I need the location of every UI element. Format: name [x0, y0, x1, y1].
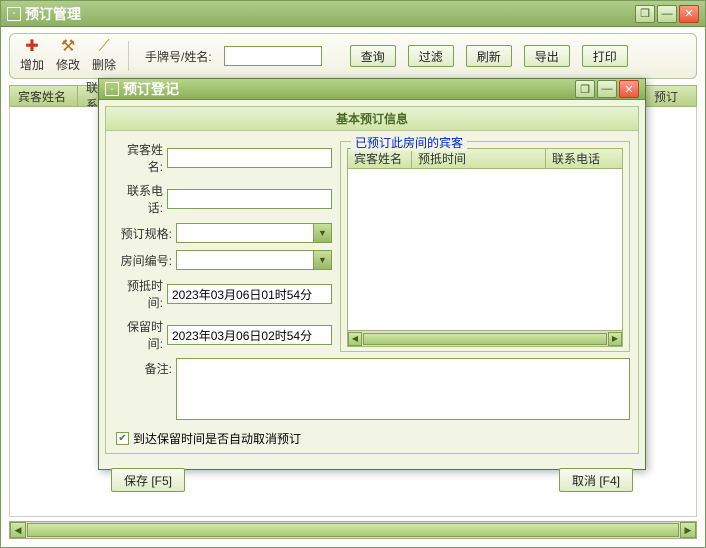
spec-label: 预订规格: — [114, 225, 172, 242]
hold-input[interactable] — [167, 325, 332, 345]
edit-button[interactable]: ⚒ 修改 — [56, 39, 80, 73]
room-label: 房间编号: — [114, 252, 172, 269]
reservation-dialog: - 预订登记 ❐ — ✕ 基本预订信息 宾客姓名: 联系电话: — [98, 78, 646, 470]
add-button[interactable]: ✚ 增加 — [20, 39, 44, 73]
plus-icon: ✚ — [25, 39, 38, 55]
query-button[interactable]: 查询 — [350, 45, 396, 67]
filter-button[interactable]: 过滤 — [408, 45, 454, 67]
room-select[interactable]: ▼ — [176, 250, 332, 270]
dialog-close-button[interactable]: ✕ — [619, 80, 639, 98]
scroll-thumb[interactable] — [27, 523, 679, 537]
auto-cancel-label: 到达保留时间是否自动取消预订 — [133, 430, 301, 447]
close-button[interactable]: ✕ — [679, 5, 699, 23]
guest-name-input[interactable] — [167, 148, 332, 168]
scroll-right-icon[interactable]: ▶ — [680, 522, 696, 538]
dialog-restore-button[interactable]: ❐ — [575, 80, 595, 98]
scroll-thumb[interactable] — [363, 333, 607, 345]
remark-label: 备注: — [114, 358, 172, 420]
col-reserve[interactable]: 预订 — [646, 86, 696, 106]
print-button[interactable]: 打印 — [582, 45, 628, 67]
existing-rows[interactable] — [348, 169, 622, 330]
main-titlebar: - 预订管理 ❐ — ✕ — [1, 1, 705, 27]
col-arrive[interactable]: 预抵时间 — [412, 149, 546, 168]
refresh-button[interactable]: 刷新 — [466, 45, 512, 67]
separator — [128, 41, 129, 71]
col-guest[interactable]: 宾客姓名 — [10, 86, 78, 106]
phone-input[interactable] — [167, 189, 332, 209]
scroll-left-icon[interactable]: ◀ — [10, 522, 26, 538]
minimize-button[interactable]: — — [657, 5, 677, 23]
toolbar: ✚ 增加 ⚒ 修改 ⟋ 删除 手牌号/姓名: 查询 过滤 刷新 导出 打印 — [9, 33, 697, 79]
scroll-right-icon[interactable]: ▶ — [608, 332, 622, 346]
existing-legend: 已预订此房间的宾客 — [351, 134, 467, 151]
sys-menu-icon[interactable]: - — [105, 82, 119, 96]
arrive-label: 预抵时间: — [114, 277, 163, 311]
restore-button[interactable]: ❐ — [635, 5, 655, 23]
dialog-titlebar[interactable]: - 预订登记 ❐ — ✕ — [99, 79, 645, 100]
section-title: 基本预订信息 — [105, 106, 639, 131]
chevron-down-icon[interactable]: ▼ — [313, 251, 331, 269]
auto-cancel-checkbox[interactable]: ✔ — [116, 432, 129, 445]
dialog-title: 预订登记 — [123, 79, 575, 99]
search-label: 手牌号/姓名: — [145, 48, 212, 65]
main-title: 预订管理 — [25, 4, 635, 24]
col-guest[interactable]: 宾客姓名 — [348, 149, 412, 168]
phone-label: 联系电话: — [114, 182, 163, 216]
search-input[interactable] — [224, 46, 322, 66]
remark-textarea[interactable] — [176, 358, 630, 420]
spec-select[interactable]: ▼ — [176, 223, 332, 243]
existing-table: 宾客姓名 预抵时间 联系电话 ◀ ▶ — [347, 148, 623, 347]
cancel-button[interactable]: 取消 [F4] — [559, 468, 633, 492]
form-left-column: 宾客姓名: 联系电话: 预订规格: ▼ 房间编号: ▼ — [114, 141, 332, 352]
main-hscrollbar[interactable]: ◀ ▶ — [9, 521, 697, 539]
export-button[interactable]: 导出 — [524, 45, 570, 67]
chevron-down-icon[interactable]: ▼ — [313, 224, 331, 242]
dialog-body: 基本预订信息 宾客姓名: 联系电话: 预订规格: ▼ — [99, 100, 645, 460]
delete-button[interactable]: ⟋ 删除 — [92, 39, 116, 73]
save-button[interactable]: 保存 [F5] — [111, 468, 185, 492]
hold-label: 保留时间: — [114, 318, 163, 352]
guest-name-label: 宾客姓名: — [114, 141, 163, 175]
scroll-left-icon[interactable]: ◀ — [348, 332, 362, 346]
col-phone[interactable]: 联系电话 — [546, 149, 622, 168]
existing-reservations-box: 已预订此房间的宾客 宾客姓名 预抵时间 联系电话 ◀ ▶ — [340, 141, 630, 352]
dialog-minimize-button[interactable]: — — [597, 80, 617, 98]
hammer-icon: ⚒ — [61, 39, 75, 55]
wand-icon: ⟋ — [98, 39, 109, 55]
dialog-footer: 保存 [F5] 取消 [F4] — [99, 460, 645, 502]
arrive-input[interactable] — [167, 284, 332, 304]
existing-hscrollbar[interactable]: ◀ ▶ — [348, 330, 622, 346]
sys-menu-icon[interactable]: - — [7, 7, 21, 21]
form-area: 宾客姓名: 联系电话: 预订规格: ▼ 房间编号: ▼ — [105, 131, 639, 454]
